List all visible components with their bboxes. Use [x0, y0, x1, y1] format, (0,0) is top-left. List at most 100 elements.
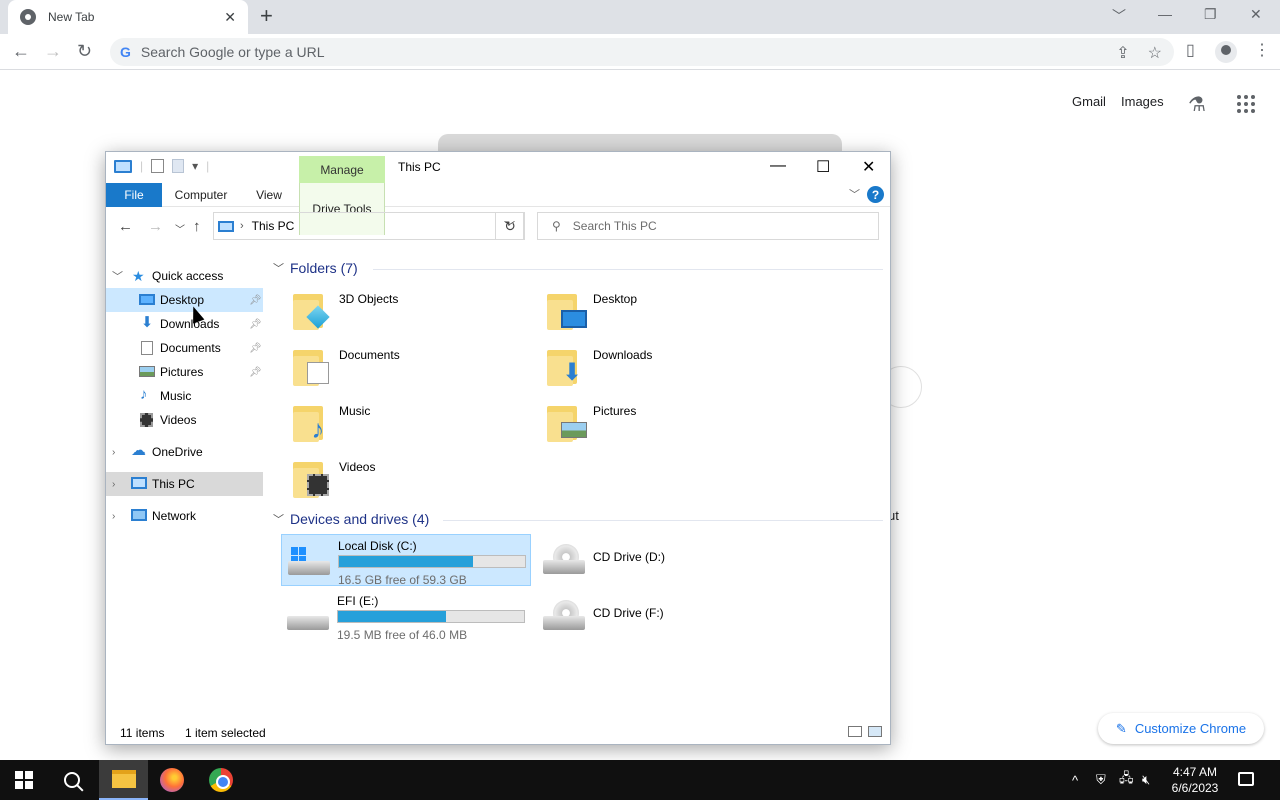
devices-group-header[interactable]: ﹀ Devices and drives (4) — [273, 511, 883, 527]
taskbar-search-button[interactable] — [48, 760, 96, 800]
drive-local-disk-c[interactable]: Local Disk (C:) 16.5 GB free of 59.3 GB — [281, 534, 531, 587]
side-panel-icon[interactable]: ▯ — [1186, 40, 1195, 60]
folder-downloads[interactable]: ⬇ Downloads — [537, 342, 787, 394]
address-text: This PC — [251, 219, 295, 233]
folder-desktop[interactable]: Desktop — [537, 286, 787, 338]
windows-drive-icon — [288, 545, 330, 579]
nav-item-documents[interactable]: Documents 📌︎ — [106, 336, 263, 360]
nav-network[interactable]: › Network — [106, 504, 263, 528]
nav-label: Downloads — [160, 317, 220, 331]
collapsed-chevron-icon[interactable]: › — [112, 447, 115, 458]
search-input[interactable]: ⚲ Search This PC — [537, 212, 879, 240]
folder-pictures[interactable]: Pictures — [537, 398, 787, 450]
manage-contextual-tab[interactable]: Manage — [299, 156, 385, 183]
collapse-chevron-icon[interactable]: ﹀ — [273, 260, 284, 276]
start-button[interactable] — [0, 760, 48, 800]
new-tab-button[interactable]: + — [260, 5, 273, 27]
nav-item-desktop[interactable]: Desktop 📌︎ — [106, 288, 263, 312]
menu-kebab-icon[interactable]: ⋮ — [1254, 40, 1270, 60]
nav-onedrive[interactable]: › ☁ OneDrive — [106, 440, 263, 464]
share-icon[interactable]: ⇪ — [1116, 43, 1129, 63]
nav-item-videos[interactable]: Videos — [106, 408, 263, 432]
folder-videos[interactable]: Videos — [283, 454, 533, 506]
drive-efi-e[interactable]: EFI (E:) 19.5 MB free of 46.0 MB — [281, 590, 531, 642]
music-icon: ♪ — [293, 404, 329, 442]
pin-icon[interactable]: 📌︎ — [249, 319, 262, 330]
recent-locations-icon[interactable]: ﹀ — [175, 221, 185, 236]
nav-item-pictures[interactable]: Pictures 📌︎ — [106, 360, 263, 384]
collapsed-chevron-icon[interactable]: › — [112, 511, 115, 522]
collapsed-chevron-icon[interactable]: › — [112, 479, 115, 490]
expanded-chevron-icon[interactable]: ﹀ — [112, 268, 123, 284]
folder-documents[interactable]: Documents — [283, 342, 533, 394]
reload-icon[interactable]: ↻ — [77, 41, 92, 61]
network-tray-icon[interactable]: 🖧︎ — [1119, 760, 1134, 800]
nav-quick-access[interactable]: ﹀ ★ Quick access — [106, 264, 263, 288]
explorer-minimize-icon[interactable]: — — [770, 157, 786, 175]
tab-computer[interactable]: Computer — [166, 183, 236, 207]
tab-close-icon[interactable]: ✕ — [224, 9, 236, 26]
labs-flask-icon[interactable]: ⚗ — [1188, 92, 1206, 117]
taskbar-chrome[interactable] — [197, 760, 245, 800]
forward-icon[interactable]: → — [44, 41, 62, 61]
taskbar-file-explorer[interactable] — [99, 760, 148, 800]
pin-icon[interactable]: 📌︎ — [249, 367, 262, 378]
omnibox[interactable]: G Search Google or type a URL ⇪ ☆ — [110, 38, 1174, 66]
folders-group-header[interactable]: ﹀ Folders (7) — [273, 260, 883, 276]
address-bar[interactable]: › This PC ﹀ — [213, 212, 524, 240]
volume-muted-icon[interactable]: 🔇︎ — [1142, 760, 1150, 800]
nav-this-pc[interactable]: › This PC — [106, 472, 263, 496]
profile-avatar-icon[interactable] — [1215, 41, 1237, 63]
nav-item-music[interactable]: ♪ Music — [106, 384, 263, 408]
new-folder-icon[interactable] — [172, 159, 185, 173]
breadcrumb-chevron-icon[interactable]: › — [240, 220, 244, 232]
downloads-icon: ⬇ — [547, 348, 583, 386]
customize-chrome-button[interactable]: ✎ Customize Chrome — [1098, 713, 1264, 744]
folder-name: Pictures — [593, 404, 637, 418]
details-view-icon[interactable] — [848, 726, 862, 737]
close-icon[interactable]: ✕ — [1250, 6, 1262, 23]
bookmark-star-icon[interactable]: ☆ — [1148, 43, 1162, 63]
folder-music[interactable]: ♪ Music — [283, 398, 533, 450]
back-icon[interactable]: ← — [12, 41, 30, 61]
nav-item-downloads[interactable]: ⬇ Downloads 📌︎ — [106, 312, 263, 336]
qat-dropdown-icon[interactable]: ▾ — [192, 159, 198, 173]
explorer-forward-icon[interactable]: → — [148, 218, 163, 235]
folder-name: Downloads — [593, 348, 653, 362]
videos-icon — [293, 460, 329, 498]
drive-cd-f[interactable]: CD Drive (F:) — [537, 590, 787, 642]
explorer-close-icon[interactable]: ✕ — [862, 157, 875, 177]
pin-icon[interactable]: 📌︎ — [249, 295, 262, 306]
folder-3d-objects[interactable]: 3D Objects — [283, 286, 533, 338]
explorer-maximize-icon[interactable]: ☐ — [816, 157, 830, 177]
up-folder-icon[interactable]: ↑ — [193, 218, 201, 235]
tab-search-icon[interactable]: ﹀ — [1112, 6, 1126, 26]
chrome-favicon-icon — [20, 9, 36, 25]
refresh-icon[interactable]: ↻ — [495, 212, 525, 240]
music-icon: ♪ — [140, 386, 148, 403]
large-icons-view-icon[interactable] — [868, 726, 882, 737]
tab-view[interactable]: View — [248, 183, 290, 207]
group-title: Folders (7) — [290, 260, 358, 276]
help-icon[interactable]: ? — [867, 186, 884, 203]
gmail-link[interactable]: Gmail — [1072, 94, 1106, 109]
show-hidden-icons-icon[interactable]: ^ — [1072, 760, 1078, 800]
minimize-icon[interactable]: — — [1158, 6, 1172, 22]
security-icon[interactable]: ⛨ — [1096, 760, 1106, 800]
explorer-back-icon[interactable]: ← — [118, 218, 133, 235]
drive-name: EFI (E:) — [337, 594, 379, 608]
notification-center-icon[interactable] — [1238, 772, 1254, 786]
google-apps-icon[interactable] — [1237, 95, 1255, 113]
images-link[interactable]: Images — [1121, 94, 1164, 109]
restore-icon[interactable]: ❐ — [1204, 6, 1217, 23]
properties-icon[interactable] — [151, 159, 165, 173]
pin-icon[interactable]: 📌︎ — [249, 343, 262, 354]
ribbon-tabs: File Computer View Drive Tools ﹀ ? — [106, 183, 890, 235]
expand-ribbon-icon[interactable]: ﹀ — [849, 186, 860, 202]
taskbar-firefox[interactable] — [148, 760, 196, 800]
tab-new-tab[interactable]: New Tab ✕ — [8, 0, 248, 34]
collapse-chevron-icon[interactable]: ﹀ — [273, 511, 284, 527]
system-clock[interactable]: 4:47 AM 6/6/2023 — [1160, 764, 1230, 796]
tab-file[interactable]: File — [106, 183, 162, 207]
drive-cd-d[interactable]: CD Drive (D:) — [537, 534, 787, 586]
